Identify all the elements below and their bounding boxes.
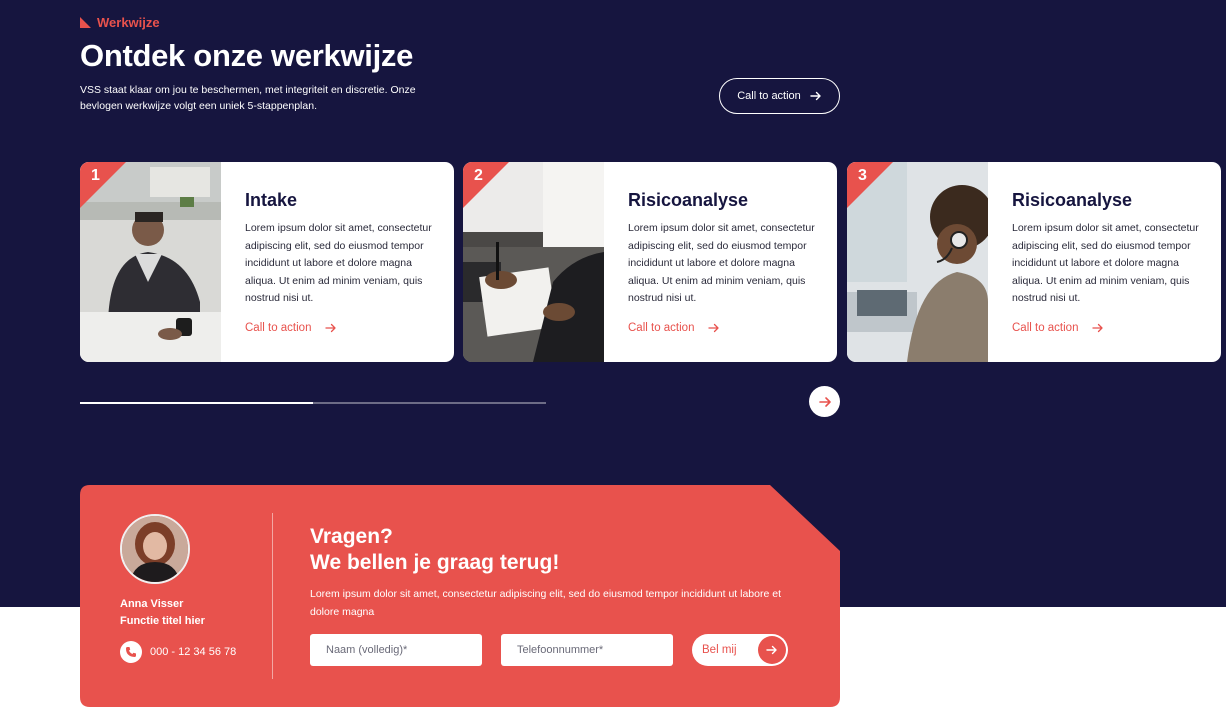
intro-text: VSS staat klaar om jou te beschermen, me… <box>80 84 416 112</box>
step-number: 2 <box>474 167 483 184</box>
card-cta-label: Call to action <box>245 321 312 334</box>
step-badge <box>847 162 893 208</box>
contact-phone[interactable]: 000 - 12 34 56 78 <box>120 641 236 663</box>
arrow-right-icon <box>325 323 337 332</box>
card-photo-2: 2 <box>463 162 604 362</box>
card-text: Lorem ipsum dolor sit amet, consectetur … <box>245 222 432 304</box>
phone-icon <box>126 647 136 657</box>
phone-icon-wrap <box>120 641 142 663</box>
call-me-button[interactable]: Bel mij <box>692 634 788 666</box>
avatar <box>120 514 190 584</box>
arrow-right-icon <box>810 91 821 101</box>
callback-title-line2: We bellen je graag terug! <box>310 551 560 574</box>
card-text: Lorem ipsum dolor sit amet, consectetur … <box>1012 222 1199 304</box>
slider-progress-fill <box>80 402 313 404</box>
contact-role: Functie titel hier <box>120 615 205 627</box>
arrow-right-icon <box>1092 323 1104 332</box>
callback-title-line1: Vragen? <box>310 525 393 548</box>
contact-phone-number: 000 - 12 34 56 78 <box>150 646 237 658</box>
callback-text: Lorem ipsum dolor sit amet, consectetur … <box>310 588 781 618</box>
card-cta-link[interactable]: Call to action <box>628 322 823 334</box>
triangle-icon <box>80 17 91 28</box>
card-title: Intake <box>245 190 298 210</box>
arrow-right-icon <box>766 645 777 655</box>
eyebrow-label: Werkwijze <box>97 15 160 30</box>
card-text: Lorem ipsum dolor sit amet, consectetur … <box>628 222 815 304</box>
cta-label: Call to action <box>737 90 801 102</box>
phone-field[interactable] <box>501 634 673 666</box>
step-number: 3 <box>858 167 867 184</box>
step-card-3: 3 Risicoanalyse Lorem ipsum dolor sit am… <box>847 162 1221 362</box>
arrow-right-icon <box>818 396 831 407</box>
step-badge <box>80 162 126 208</box>
portrait-photo <box>122 516 188 582</box>
slider-progress-track[interactable] <box>80 402 546 404</box>
slider-next-button[interactable] <box>809 386 840 417</box>
card-title: Risicoanalyse <box>1012 190 1133 210</box>
step-card-1: 1 Intake Lorem ipsum dolor sit amet, con… <box>80 162 454 362</box>
step-number: 1 <box>91 167 100 184</box>
contact-name: Anna Visser <box>120 598 184 610</box>
card-cta-link[interactable]: Call to action <box>245 322 440 334</box>
vertical-divider <box>272 513 273 679</box>
step-card-2: 2 Risicoanalyse Lorem ipsum dolor sit am… <box>463 162 837 362</box>
section-eyebrow: Werkwijze <box>80 15 160 30</box>
card-cta-link[interactable]: Call to action <box>1012 322 1207 334</box>
card-cta-label: Call to action <box>628 321 695 334</box>
card-title: Risicoanalyse <box>628 190 749 210</box>
call-me-arrow-wrap <box>758 636 786 664</box>
callback-panel: Anna Visser Functie titel hier 000 - 12 … <box>80 485 840 707</box>
name-field[interactable] <box>310 634 482 666</box>
call-me-label: Bel mij <box>702 644 737 656</box>
card-photo-3: 3 <box>847 162 988 362</box>
card-cta-label: Call to action <box>1012 321 1079 334</box>
call-to-action-button[interactable]: Call to action <box>719 78 840 114</box>
card-photo-1: 1 <box>80 162 221 362</box>
page-title: Ontdek onze werkwijze <box>80 38 414 73</box>
arrow-right-icon <box>708 323 720 332</box>
step-badge <box>463 162 509 208</box>
